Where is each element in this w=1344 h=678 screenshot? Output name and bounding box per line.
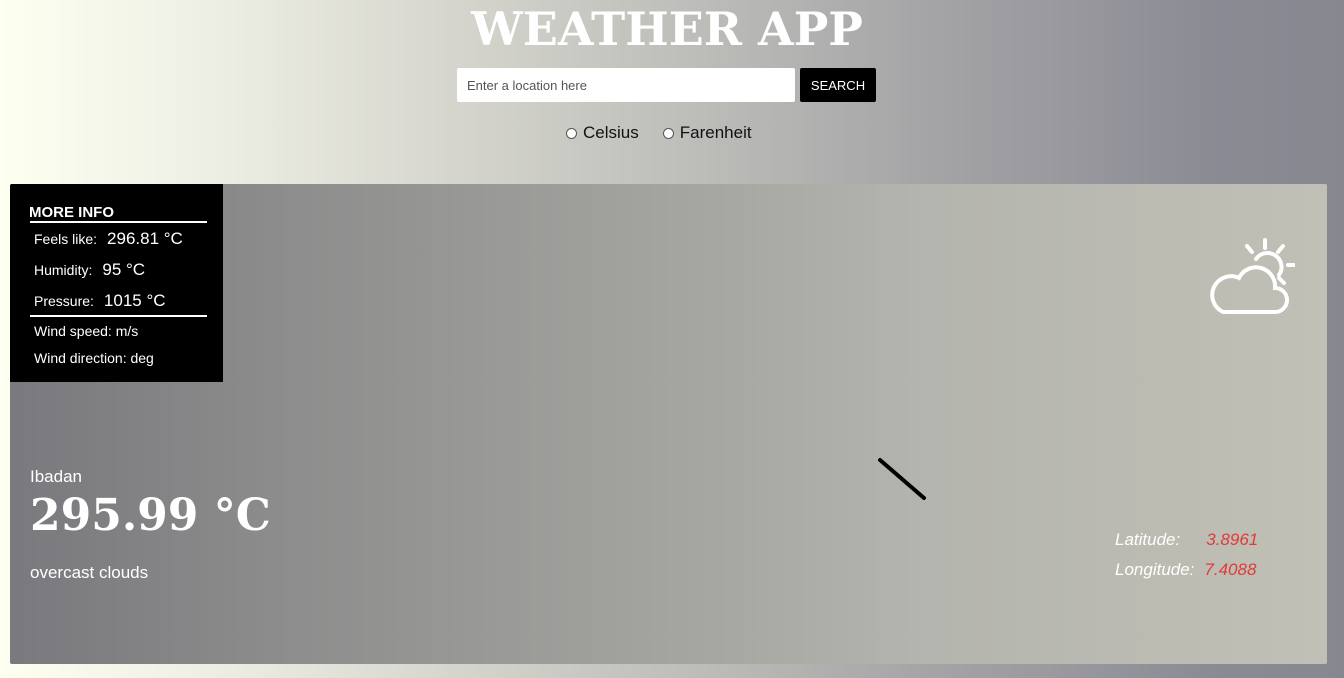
more-info-title: MORE INFO <box>29 204 114 221</box>
wind-speed-row: Wind speed: m/s <box>34 323 138 339</box>
feels-like-row: Feels like: 296.81 °C <box>34 229 183 249</box>
humidity-label: Humidity: <box>34 262 93 278</box>
farenheit-radio[interactable] <box>662 127 674 139</box>
longitude-value: 7.4088 <box>1204 560 1257 579</box>
app-title: WEATHER APP <box>471 2 863 56</box>
city-name: Ibadan <box>30 467 82 486</box>
search-input[interactable] <box>457 68 795 102</box>
weather-card: MORE INFO Feels like: 296.81 °C Humidity… <box>10 184 1327 664</box>
more-info-divider-bottom <box>30 315 207 317</box>
unit-selector: Celsius Farenheit <box>566 122 776 144</box>
longitude-row: Longitude: 7.4088 <box>1115 560 1258 590</box>
pressure-row: Pressure: 1015 °C <box>34 291 166 311</box>
pressure-label: Pressure: <box>34 293 94 309</box>
more-info-panel: MORE INFO Feels like: 296.81 °C Humidity… <box>10 184 223 382</box>
search-button[interactable]: SEARCH <box>800 68 876 102</box>
wind-direction-row: Wind direction: deg <box>34 350 154 366</box>
partly-cloudy-icon <box>1210 238 1295 314</box>
wind-direction-text: Wind direction: deg <box>34 350 154 366</box>
longitude-label: Longitude: <box>1115 560 1195 579</box>
wind-speed-text: Wind speed: m/s <box>34 323 139 339</box>
feels-like-label: Feels like: <box>34 231 98 247</box>
coordinates: Latitude: 3.8961 Longitude: 7.4088 <box>1115 530 1258 590</box>
rotating-stick-graphic <box>878 458 926 500</box>
more-info-divider-top <box>30 221 207 223</box>
pressure-value: 1015 °C <box>103 291 166 310</box>
latitude-value: 3.8961 <box>1206 530 1259 549</box>
humidity-value: 95 °C <box>102 260 146 279</box>
celsius-radio[interactable] <box>566 127 577 139</box>
latitude-label: Latitude: <box>1115 530 1181 549</box>
farenheit-label: Farenheit <box>679 123 752 142</box>
farenheit-option[interactable]: Farenheit <box>662 123 752 143</box>
celsius-option[interactable]: Celsius <box>566 123 639 143</box>
feels-like-value: 296.81 °C <box>107 229 183 248</box>
temperature: 295.99 °C <box>30 490 271 541</box>
celsius-label: Celsius <box>583 123 639 142</box>
latitude-row: Latitude: 3.8961 <box>1115 530 1258 560</box>
weather-description: overcast clouds <box>30 563 149 582</box>
humidity-row: Humidity: 95 °C <box>34 260 145 280</box>
